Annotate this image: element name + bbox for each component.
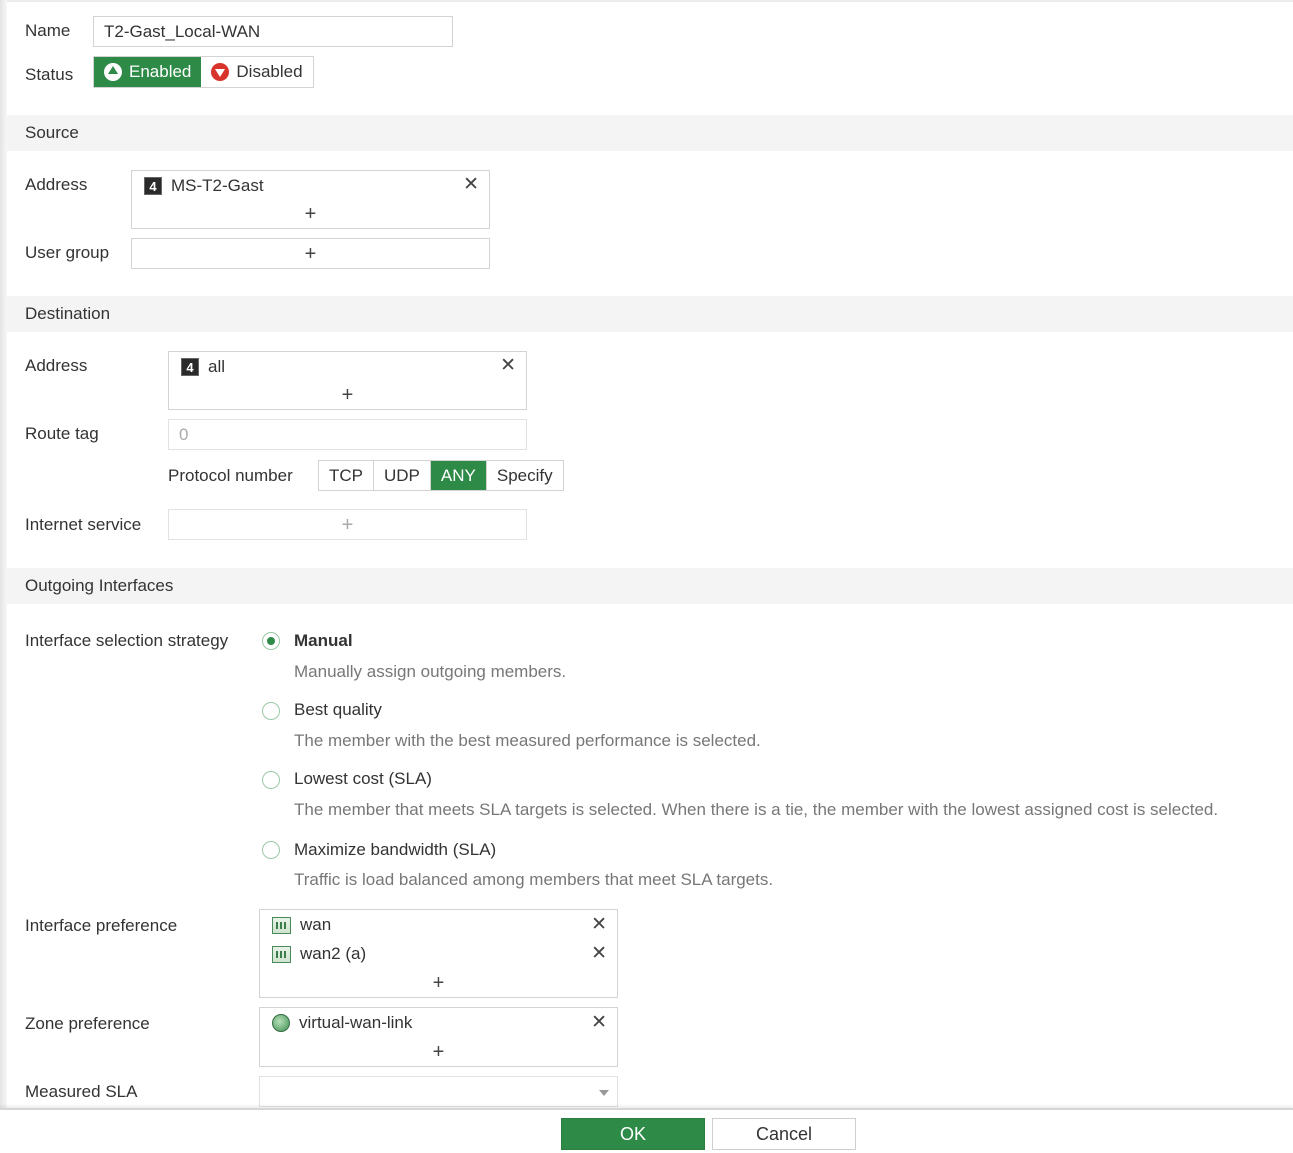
destination-address-label: Address — [25, 356, 88, 375]
strategy-manual-radio[interactable] — [262, 632, 280, 650]
interface-entry: wan — [272, 913, 331, 937]
strategy-best-quality-radio[interactable] — [262, 702, 280, 720]
protocol-selector: TCP UDP ANY Specify — [318, 460, 564, 491]
remove-source-address-icon[interactable]: ✕ — [463, 173, 479, 197]
destination-section-header: Destination — [7, 296, 1293, 332]
strategy-lowest-cost-desc: The member that meets SLA targets is sel… — [294, 800, 1219, 819]
zone-globe-icon — [272, 1014, 290, 1032]
destination-address-entry-label: all — [208, 357, 226, 376]
strategy-manual-title: Manual — [294, 631, 353, 650]
network-port-icon — [272, 945, 291, 963]
source-address-label: Address — [25, 175, 88, 194]
address-object-icon: 4 — [144, 177, 162, 195]
strategy-lowest-cost-radio[interactable] — [262, 771, 280, 789]
status-enabled-label: Enabled — [129, 62, 192, 81]
name-input[interactable]: T2-Gast_Local-WAN — [93, 16, 453, 47]
interface-entry-label: wan2 (a) — [300, 944, 367, 963]
protocol-specify-button[interactable]: Specify — [487, 461, 563, 490]
chevron-down-icon — [599, 1090, 609, 1096]
add-user-group-icon[interactable]: + — [132, 244, 489, 264]
network-port-icon — [272, 916, 291, 934]
measured-sla-label: Measured SLA — [25, 1082, 138, 1101]
remove-interface-icon[interactable]: ✕ — [591, 913, 607, 937]
interface-entry-label: wan — [300, 915, 332, 934]
source-section-header: Source — [7, 115, 1293, 151]
protocol-udp-button[interactable]: UDP — [374, 461, 431, 490]
destination-address-entry: 4 all — [181, 355, 225, 379]
add-zone-icon[interactable]: + — [260, 1042, 617, 1062]
strategy-max-bandwidth-title: Maximize bandwidth (SLA) — [294, 840, 497, 859]
status-label: Status — [25, 65, 74, 84]
protocol-tcp-button[interactable]: TCP — [319, 461, 374, 490]
strategy-label: Interface selection strategy — [25, 631, 229, 650]
zone-pref-field: virtual-wan-link ✕ + — [259, 1007, 618, 1067]
zone-entry: virtual-wan-link — [272, 1011, 412, 1035]
source-address-entry: 4 MS-T2-Gast — [144, 174, 264, 198]
remove-interface-icon[interactable]: ✕ — [591, 942, 607, 966]
strategy-max-bandwidth-desc: Traffic is load balanced among members t… — [294, 870, 774, 889]
left-border — [0, 0, 7, 1110]
internet-service-field: + — [168, 509, 527, 540]
user-group-field: + — [131, 238, 490, 269]
add-internet-service-icon[interactable]: + — [169, 515, 526, 535]
zone-pref-label: Zone preference — [25, 1014, 150, 1033]
remove-zone-icon[interactable]: ✕ — [591, 1011, 607, 1035]
add-interface-icon[interactable]: + — [260, 973, 617, 993]
user-group-label: User group — [25, 243, 110, 262]
interface-entry: wan2 (a) — [272, 942, 366, 966]
ok-button[interactable]: OK — [561, 1118, 705, 1150]
source-address-field: 4 MS-T2-Gast ✕ + — [131, 170, 490, 229]
outgoing-section-header: Outgoing Interfaces — [7, 568, 1293, 604]
status-enabled-button[interactable]: Enabled — [94, 57, 202, 87]
cancel-button[interactable]: Cancel — [712, 1118, 856, 1150]
interface-pref-label: Interface preference — [25, 916, 178, 935]
protocol-number-label: Protocol number — [168, 466, 293, 485]
arrow-up-circle-icon — [104, 63, 122, 81]
strategy-lowest-cost-title: Lowest cost (SLA) — [294, 769, 432, 788]
zone-entry-label: virtual-wan-link — [299, 1013, 413, 1032]
interface-pref-field: wan ✕ wan2 (a) ✕ + — [259, 909, 618, 998]
route-tag-input[interactable]: 0 — [168, 419, 527, 450]
measured-sla-select[interactable] — [259, 1076, 618, 1107]
strategy-best-quality-title: Best quality — [294, 700, 382, 719]
strategy-manual-desc: Manually assign outgoing members. — [294, 662, 567, 681]
status-disabled-label: Disabled — [236, 62, 303, 81]
add-destination-address-icon[interactable]: + — [169, 385, 526, 405]
top-border — [0, 0, 1293, 2]
protocol-any-button[interactable]: ANY — [430, 461, 487, 490]
status-toggle: Enabled Disabled — [93, 56, 314, 88]
internet-service-label: Internet service — [25, 515, 142, 534]
dialog-footer: OK Cancel — [0, 1108, 1293, 1153]
arrow-down-circle-icon — [211, 63, 230, 81]
strategy-best-quality-desc: The member with the best measured perfor… — [294, 731, 761, 750]
add-source-address-icon[interactable]: + — [132, 204, 489, 224]
address-object-icon: 4 — [181, 358, 199, 376]
strategy-max-bandwidth-radio[interactable] — [262, 841, 280, 859]
status-disabled-button[interactable]: Disabled — [201, 57, 313, 87]
source-address-entry-label: MS-T2-Gast — [171, 176, 264, 195]
sdwan-rule-dialog: Name T2-Gast_Local-WAN Status Enabled Di… — [0, 0, 1293, 1153]
name-label: Name — [25, 21, 71, 40]
route-tag-label: Route tag — [25, 424, 99, 443]
destination-address-field: 4 all ✕ + — [168, 351, 527, 410]
remove-destination-address-icon[interactable]: ✕ — [500, 354, 516, 378]
